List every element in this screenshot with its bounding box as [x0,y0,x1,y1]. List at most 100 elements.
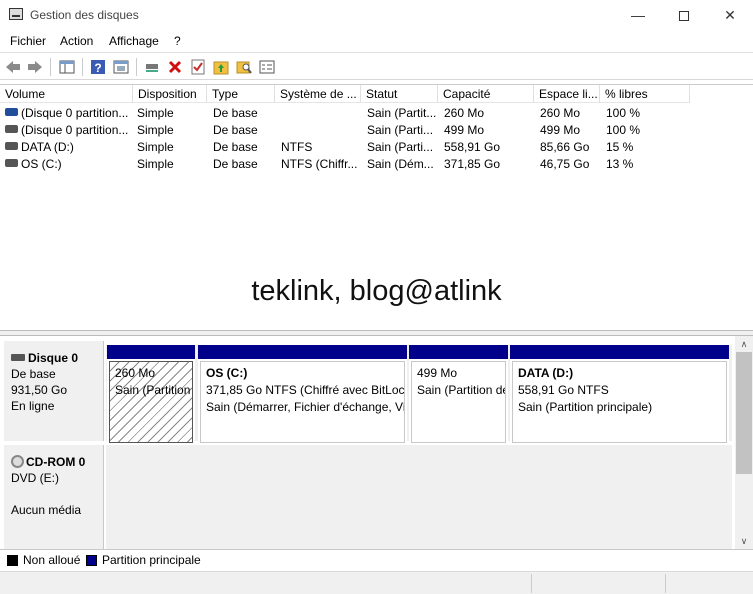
forward-icon[interactable] [26,58,44,76]
cd-rom-icon [11,455,24,468]
cell-type: De base [213,123,258,137]
cell-volume: OS (C:) [5,156,131,173]
cell-status: Sain (Dém... [367,157,434,171]
cell-volume: (Disque 0 partition... [5,105,131,122]
col-free-space[interactable]: Espace li... [534,85,600,103]
cell-status: Sain (Parti... [367,140,434,154]
menu-help[interactable]: ? [174,34,181,48]
cell-type: De base [213,140,258,154]
partition-efi[interactable]: 260 Mo Sain (Partition [107,345,195,445]
cell-free-space: 499 Mo [540,123,581,137]
cell-percent-free: 13 % [606,157,634,171]
connect-disk-icon[interactable] [143,58,161,76]
show-hide-console-tree-icon[interactable] [58,58,76,76]
cell-filesystem [281,105,359,122]
cdrom0-type: DVD (E:) [11,471,59,485]
disk-management-icon [9,8,23,20]
menu-fichier[interactable]: Fichier [10,34,46,48]
cell-filesystem [281,122,359,139]
col-percent-free[interactable]: % libres [600,85,690,103]
partition-body: 260 Mo Sain (Partition [109,361,193,443]
maximize-button[interactable] [661,0,707,30]
scroll-down-arrow[interactable]: ∨ [735,533,753,549]
col-disposition[interactable]: Disposition [133,85,207,103]
scroll-thumb[interactable] [736,352,752,474]
cdrom0-area [106,445,732,549]
table-row[interactable]: OS (C:) Simple De base NTFS (Chiffr... S… [0,156,690,173]
col-volume[interactable]: Volume [0,85,133,103]
menu-bar: Fichier Action Affichage ? [0,30,753,52]
close-button[interactable]: ✕ [707,0,753,30]
folder-up-icon[interactable] [212,58,230,76]
partition-data-d[interactable]: DATA (D:) 558,91 Go NTFS Sain (Partition… [510,345,729,445]
cell-filesystem: NTFS [281,140,313,154]
cell-percent-free: 15 % [606,140,634,154]
status-bar [0,571,753,594]
toolbar-separator [82,58,83,76]
volume-disk-icon [5,125,18,133]
disk0-label[interactable]: Disque 0 De base 931,50 Go En ligne [4,341,104,441]
status-separator [665,574,666,593]
table-row[interactable]: (Disque 0 partition... Simple De base Sa… [0,105,690,122]
partition-size: 371,85 Go NTFS (Chiffré avec BitLocke [206,383,405,397]
cell-volume: DATA (D:) [5,139,131,156]
cell-percent-free: 100 % [606,106,641,120]
window-title: Gestion des disques [30,8,139,22]
menu-action[interactable]: Action [60,34,93,48]
partition-bar [107,345,195,359]
disk0-name: Disque 0 [28,351,79,365]
back-icon[interactable] [4,58,22,76]
disk-icon [11,354,25,361]
cell-capacity: 260 Mo [444,106,485,120]
cell-free-space: 260 Mo [540,106,581,120]
cdrom0-label[interactable]: CD-ROM 0 DVD (E:) Aucun média [4,445,104,549]
checklist-icon[interactable] [189,58,207,76]
volume-name: OS (C:) [21,157,62,171]
disk0-type: De base [11,367,56,381]
properties-view-icon[interactable] [112,58,130,76]
partition-size: 499 Mo [417,366,458,380]
legend-unallocated: Non alloué [23,553,81,567]
volume-name: DATA (D:) [21,140,74,154]
partition-title: DATA (D:) [518,366,574,380]
col-capacity[interactable]: Capacité [438,85,534,103]
partition-status: Sain (Démarrer, Fichier d'échange, Vi [206,400,405,414]
vertical-scrollbar[interactable]: ∧ ∨ [735,336,753,549]
cell-free-space: 46,75 Go [540,157,590,171]
status-separator [531,574,532,593]
cell-free-space: 85,66 Go [540,140,590,154]
svg-text:?: ? [94,61,101,75]
cell-volume: (Disque 0 partition... [5,122,131,139]
folder-search-icon[interactable] [235,58,253,76]
menu-affichage[interactable]: Affichage [109,34,159,48]
volume-list: Volume Disposition Type Système de ... S… [0,84,753,330]
cell-disposition: Simple [137,140,174,154]
col-status[interactable]: Statut [361,85,438,103]
partition-recovery[interactable]: 499 Mo Sain (Partition de [409,345,508,445]
toolbar-separator [136,58,137,76]
volume-disk-icon [5,108,18,116]
help-icon[interactable]: ? [89,58,107,76]
legend: Non alloué Partition principale [0,549,753,571]
scroll-up-arrow[interactable]: ∧ [735,336,753,352]
cell-capacity: 371,85 Go [444,157,501,171]
cell-capacity: 558,91 Go [444,140,501,154]
delete-icon[interactable] [166,58,184,76]
minimize-button[interactable]: — [615,0,661,30]
title-bar: Gestion des disques — ✕ [0,0,753,30]
column-header: Volume Disposition Type Système de ... S… [0,85,690,103]
partition-os-c[interactable]: OS (C:) 371,85 Go NTFS (Chiffré avec Bit… [198,345,407,445]
toolbar-separator [50,58,51,76]
cell-type: De base [213,106,258,120]
partition-bar [510,345,729,359]
cell-status: Sain (Partit... [367,106,437,120]
watermark-text: teklink, blog@atlink [251,275,502,307]
col-type[interactable]: Type [207,85,275,103]
col-filesystem[interactable]: Système de ... [275,85,361,103]
table-row[interactable]: (Disque 0 partition... Simple De base Sa… [0,122,690,139]
disk0-state: En ligne [11,399,55,413]
table-row[interactable]: DATA (D:) Simple De base NTFS Sain (Part… [0,139,690,156]
partition-status: Sain (Partition de [417,383,506,397]
properties-list-icon[interactable] [258,58,276,76]
